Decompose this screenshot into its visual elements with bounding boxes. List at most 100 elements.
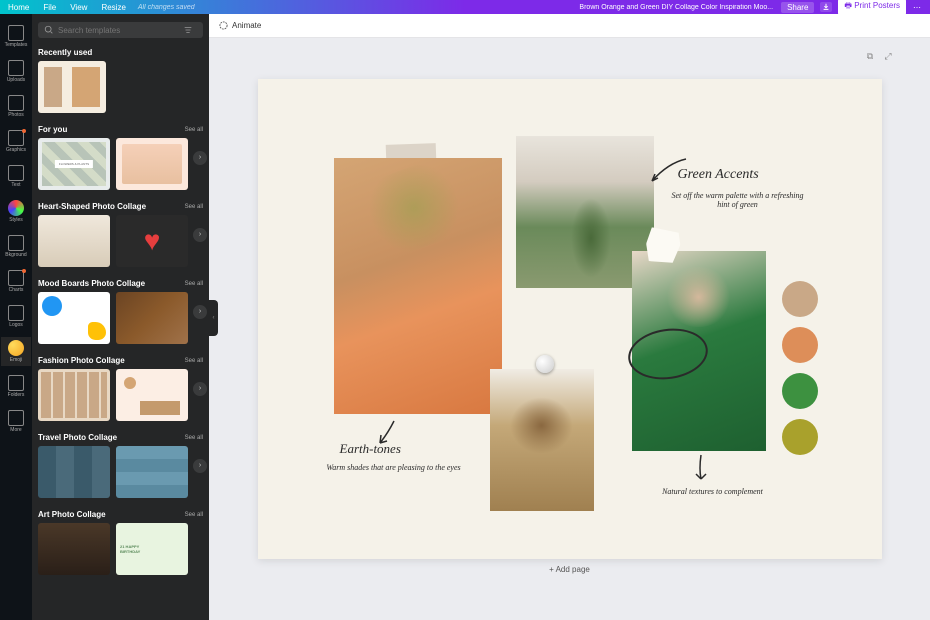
search-input[interactable] [58,26,183,35]
photos-icon [8,95,24,111]
menu-home[interactable]: Home [8,3,29,12]
navrail-label: Charts [9,287,24,293]
notification-dot [22,269,26,273]
print-posters-button[interactable]: 🖶 Print Posters [838,0,906,15]
see-all-link[interactable]: See all [185,281,203,287]
section-art: Art Photo CollageSee all [38,510,203,575]
scroll-right-icon[interactable]: › [193,305,207,319]
text-earth-sub[interactable]: Warm shades that are pleasing to the eye… [324,463,464,472]
template-thumb[interactable] [38,369,110,421]
template-thumb[interactable] [116,523,188,575]
section-title: Mood Boards Photo Collage [38,279,145,288]
navrail-logos[interactable]: Logos [1,302,31,331]
color-swatch-tan[interactable] [782,281,818,317]
text-texture-sub[interactable]: Natural textures to complement [638,487,788,496]
template-thumb[interactable] [116,369,188,421]
template-thumb[interactable] [116,138,188,190]
animate-button[interactable]: Animate [219,21,261,30]
navrail-uploads[interactable]: Uploads [1,57,31,86]
navrail-photos[interactable]: Photos [1,92,31,121]
styles-icon [8,200,24,216]
template-thumb[interactable] [116,292,188,344]
text-icon [8,165,24,181]
arrow-annotation[interactable] [692,453,710,483]
context-toolbar: Animate [209,14,930,38]
share-button[interactable]: Share [781,2,814,13]
templates-icon [8,25,24,41]
notification-dot [22,129,26,133]
color-swatch-green[interactable] [782,373,818,409]
navrail-emoji[interactable]: Emoji [1,337,31,366]
emoji-icon [8,340,24,356]
navrail-label: Templates [5,42,28,48]
see-all-link[interactable]: See all [185,512,203,518]
template-thumb[interactable] [38,446,110,498]
design-canvas[interactable]: Green Accents Set off the warm palette w… [258,79,882,559]
color-swatch-olive[interactable] [782,419,818,455]
photo-basket[interactable] [490,369,594,511]
template-thumb[interactable] [38,215,110,267]
section-title: Heart-Shaped Photo Collage [38,202,146,211]
scroll-right-icon[interactable]: › [193,382,207,396]
photo-woman-palm[interactable] [334,158,502,414]
navrail-label: Photos [8,112,24,118]
background-icon [8,235,24,251]
navrail-label: Logos [9,322,23,328]
section-title: Travel Photo Collage [38,433,117,442]
document-title[interactable]: Brown Orange and Green DIY Collage Color… [195,4,773,11]
menu-file[interactable]: File [43,3,56,12]
navrail-label: Text [11,182,20,188]
section-title: Recently used [38,48,92,57]
navrail-label: Bkground [5,252,26,258]
navrail-label: Styles [9,217,23,223]
canvas-area: Animate ⧉ ⤢ [209,14,930,620]
menu-resize[interactable]: Resize [101,3,125,12]
navrail-label: Uploads [7,77,25,83]
page-options-icon[interactable]: ⤢ [882,50,894,62]
section-for-you: For youSee all › [38,125,203,190]
save-status: All changes saved [138,4,195,11]
template-thumb[interactable] [116,215,188,267]
topbar: Home File View Resize All changes saved … [0,0,930,14]
navrail-more[interactable]: More [1,407,31,436]
color-swatch-orange[interactable] [782,327,818,363]
navrail-templates[interactable]: Templates [1,22,31,51]
navrail-graphics[interactable]: Graphics [1,127,31,156]
more-menu-button[interactable]: ⋯ [912,3,922,12]
nav-rail: Templates Uploads Photos Graphics Text Styles… [0,14,32,620]
scroll-right-icon[interactable]: › [193,459,207,473]
menu-view[interactable]: View [70,3,87,12]
collapse-panel-button[interactable]: ‹ [209,300,218,336]
navrail-folders[interactable]: Folders [1,372,31,401]
scroll-right-icon[interactable]: › [193,228,207,242]
search-bar[interactable] [38,22,203,38]
navrail-charts[interactable]: Charts [1,267,31,296]
navrail-text[interactable]: Text [1,162,31,191]
add-page-button[interactable]: + Add page [258,559,882,580]
section-title: For you [38,125,67,134]
download-button[interactable] [820,2,832,12]
scroll-right-icon[interactable]: › [193,151,207,165]
section-travel: Travel Photo CollageSee all › [38,433,203,498]
see-all-link[interactable]: See all [185,435,203,441]
text-earth-tones[interactable]: Earth-tones [340,441,401,457]
template-thumb[interactable] [38,292,110,344]
templates-panel: Recently used For you See all › Heart-Sha… [32,14,209,620]
see-all-link[interactable]: See all [185,204,203,210]
filter-icon[interactable] [183,25,193,35]
text-green-sub[interactable]: Set off the warm palette with a refreshi… [666,191,810,209]
template-thumb[interactable] [38,138,110,190]
pin-decoration[interactable] [536,355,554,373]
template-thumb[interactable] [38,61,106,113]
text-green-accents[interactable]: Green Accents [678,167,759,183]
template-thumb[interactable] [116,446,188,498]
navrail-styles[interactable]: Styles [1,197,31,226]
template-thumb[interactable] [38,523,110,575]
logos-icon [8,305,24,321]
see-all-link[interactable]: See all [185,358,203,364]
navrail-bkground[interactable]: Bkground [1,232,31,261]
section-fashion: Fashion Photo CollageSee all › [38,356,203,421]
see-all-link[interactable]: See all [185,127,203,133]
section-heart-shaped: Heart-Shaped Photo CollageSee all › [38,202,203,267]
duplicate-page-icon[interactable]: ⧉ [864,50,876,62]
